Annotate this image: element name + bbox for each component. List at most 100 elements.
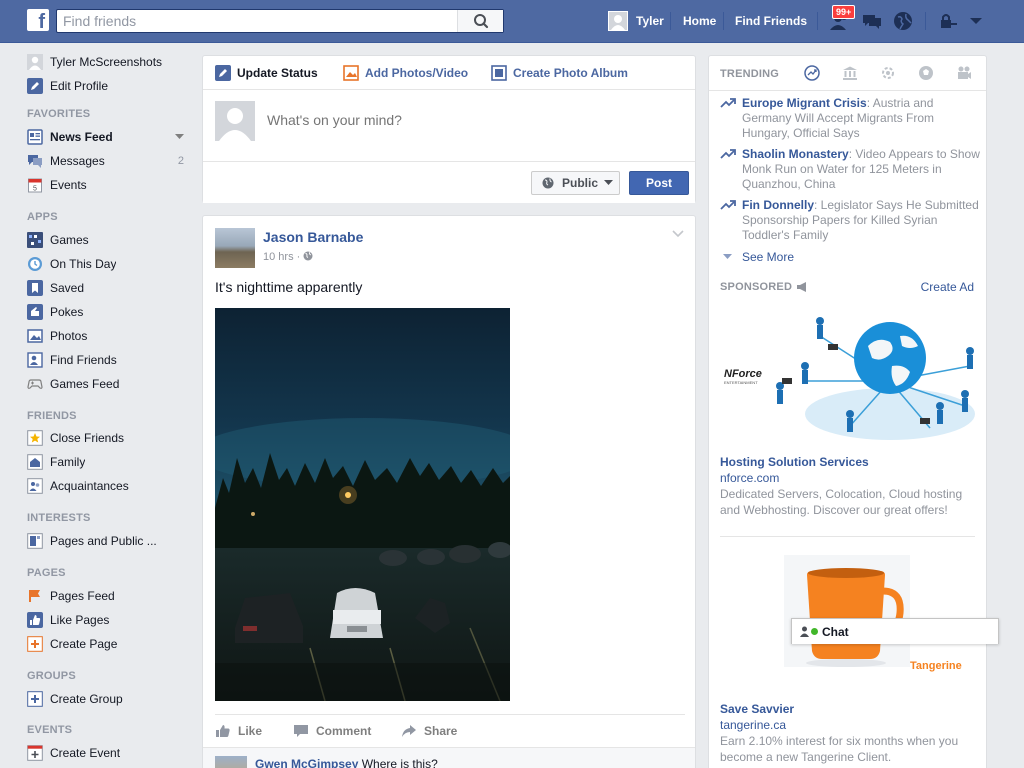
nav-news-feed[interactable]: News Feed <box>27 127 192 147</box>
plus-icon <box>27 745 43 761</box>
trending-item[interactable]: Shaolin Monastery: Video Appears to Show… <box>720 147 980 192</box>
nav-games[interactable]: Games <box>27 230 192 250</box>
nav-pages-and-public-figures[interactable]: Pages and Public ... <box>27 531 192 551</box>
privacy-label: Public <box>562 176 599 190</box>
like-button[interactable]: Like <box>215 723 262 739</box>
caret-down-icon <box>604 180 614 185</box>
politics-icon[interactable] <box>842 65 858 81</box>
trending-item[interactable]: Europe Migrant Crisis: Austria and Germa… <box>720 96 980 141</box>
ad-domain[interactable]: tangerine.ca <box>720 718 786 732</box>
profile-link[interactable]: Tyler <box>608 11 664 31</box>
post-button[interactable]: Post <box>629 171 689 195</box>
trending-item[interactable]: Fin Donnelly: Legislator Says He Submitt… <box>720 198 980 243</box>
see-more-link[interactable]: See More <box>723 250 794 264</box>
nav-close-friends[interactable]: Close Friends <box>27 428 192 448</box>
nav-find-friends[interactable]: Find Friends <box>27 350 192 370</box>
account-menu-button[interactable] <box>965 11 987 31</box>
nav-events[interactable]: 5 Events <box>27 175 192 195</box>
section-heading-groups: GROUPS <box>27 670 76 682</box>
science-icon[interactable] <box>880 65 896 81</box>
nav-games-feed[interactable]: Games Feed <box>27 374 192 394</box>
status-input[interactable] <box>267 112 667 128</box>
share-button[interactable]: Share <box>401 723 457 739</box>
nav-like-pages[interactable]: Like Pages <box>27 610 192 630</box>
ad-description: Earn 2.10% interest for six months when … <box>720 734 959 764</box>
find-friends-link[interactable]: Find Friends <box>735 14 807 28</box>
globe-icon <box>303 251 313 261</box>
nav-saved[interactable]: Saved <box>27 278 192 298</box>
section-heading-favorites: FAVORITES <box>27 108 91 120</box>
nav-on-this-day[interactable]: On This Day <box>27 254 192 274</box>
nav-profile[interactable]: Tyler McScreenshots <box>27 52 192 72</box>
caret-down-icon[interactable] <box>175 134 184 140</box>
nav-pages-feed[interactable]: Pages Feed <box>27 586 192 606</box>
clock-icon <box>27 256 43 272</box>
trending-arrow-icon[interactable] <box>804 65 820 81</box>
comment-button[interactable]: Comment <box>293 723 371 739</box>
nav-messages[interactable]: Messages 2 <box>27 151 192 171</box>
profile-name: Tyler <box>636 14 664 28</box>
nav-label: Edit Profile <box>50 79 109 93</box>
ad-domain[interactable]: nforce.com <box>720 471 779 485</box>
nav-pokes[interactable]: Pokes <box>27 302 192 322</box>
chevron-down-icon[interactable] <box>671 228 685 240</box>
ad-image[interactable]: NForce ENTERTAINMENT <box>720 306 975 446</box>
create-ad-link[interactable]: Create Ad <box>921 280 974 294</box>
messages-button[interactable] <box>861 11 883 31</box>
profile-avatar-icon <box>27 54 43 70</box>
plus-icon <box>27 636 43 652</box>
comment-avatar[interactable] <box>215 756 247 768</box>
comment-section: Gwen McGimpsey Where is this? <box>203 747 695 768</box>
nav-label: Events <box>50 178 87 192</box>
nav-label: Acquaintances <box>50 479 129 493</box>
post-photo[interactable] <box>215 308 510 701</box>
notifications-button[interactable] <box>892 11 914 31</box>
star-icon <box>27 430 43 446</box>
search-icon <box>474 14 489 29</box>
globe-icon <box>894 12 912 30</box>
ad-title[interactable]: Hosting Solution Services <box>720 455 869 469</box>
privacy-selector[interactable]: Public <box>531 171 620 195</box>
find-friends-icon <box>27 352 43 368</box>
tab-update-status[interactable]: Update Status <box>215 65 318 81</box>
chat-label: Chat <box>822 624 849 639</box>
ad-logo-text: Tangerine <box>910 660 962 672</box>
nav-family[interactable]: Family <box>27 452 192 472</box>
comment-author[interactable]: Gwen McGimpsey <box>255 757 358 768</box>
tab-create-photo-album[interactable]: Create Photo Album <box>491 65 628 81</box>
tab-add-photos-video[interactable]: Add Photos/Video <box>343 65 468 81</box>
author-avatar[interactable] <box>215 228 255 268</box>
divider <box>670 12 671 30</box>
nav-label: Games <box>50 233 89 247</box>
see-more-label: See More <box>742 250 795 264</box>
nav-create-group[interactable]: Create Group <box>27 689 192 709</box>
status-composer: Update Status Add Photos/Video Create Ph… <box>202 55 696 203</box>
tab-label: Update Status <box>237 66 318 80</box>
ad-title[interactable]: Save Savvier <box>720 702 794 716</box>
chat-tab[interactable]: Chat <box>791 618 999 644</box>
facebook-logo[interactable]: f <box>27 9 49 31</box>
nav-label: Pokes <box>50 305 84 319</box>
nav-acquaintances[interactable]: Acquaintances <box>27 476 192 496</box>
search-button[interactable] <box>457 10 503 32</box>
post-timestamp[interactable]: 10 hrs · <box>263 251 313 263</box>
sports-icon[interactable] <box>918 65 934 81</box>
search-input[interactable] <box>57 10 457 32</box>
nav-edit-profile[interactable]: Edit Profile <box>27 76 192 96</box>
nav-photos[interactable]: Photos <box>27 326 192 346</box>
trending-title: Europe Migrant Crisis <box>742 96 867 110</box>
privacy-shortcuts-button[interactable] <box>937 11 959 31</box>
comment-icon <box>294 725 308 737</box>
bookmark-icon <box>27 280 43 296</box>
megaphone-icon <box>797 282 807 292</box>
comment-label: Comment <box>316 724 372 738</box>
nav-label: Find Friends <box>50 353 117 367</box>
share-label: Share <box>424 724 458 738</box>
trending-heading: TRENDING <box>720 68 780 80</box>
entertainment-icon[interactable] <box>956 65 972 81</box>
post-actions: Like Comment Share <box>215 714 685 746</box>
home-link[interactable]: Home <box>683 14 716 28</box>
nav-create-page[interactable]: Create Page <box>27 634 192 654</box>
post-author[interactable]: Jason Barnabe <box>263 229 363 245</box>
nav-create-event[interactable]: Create Event <box>27 743 192 763</box>
